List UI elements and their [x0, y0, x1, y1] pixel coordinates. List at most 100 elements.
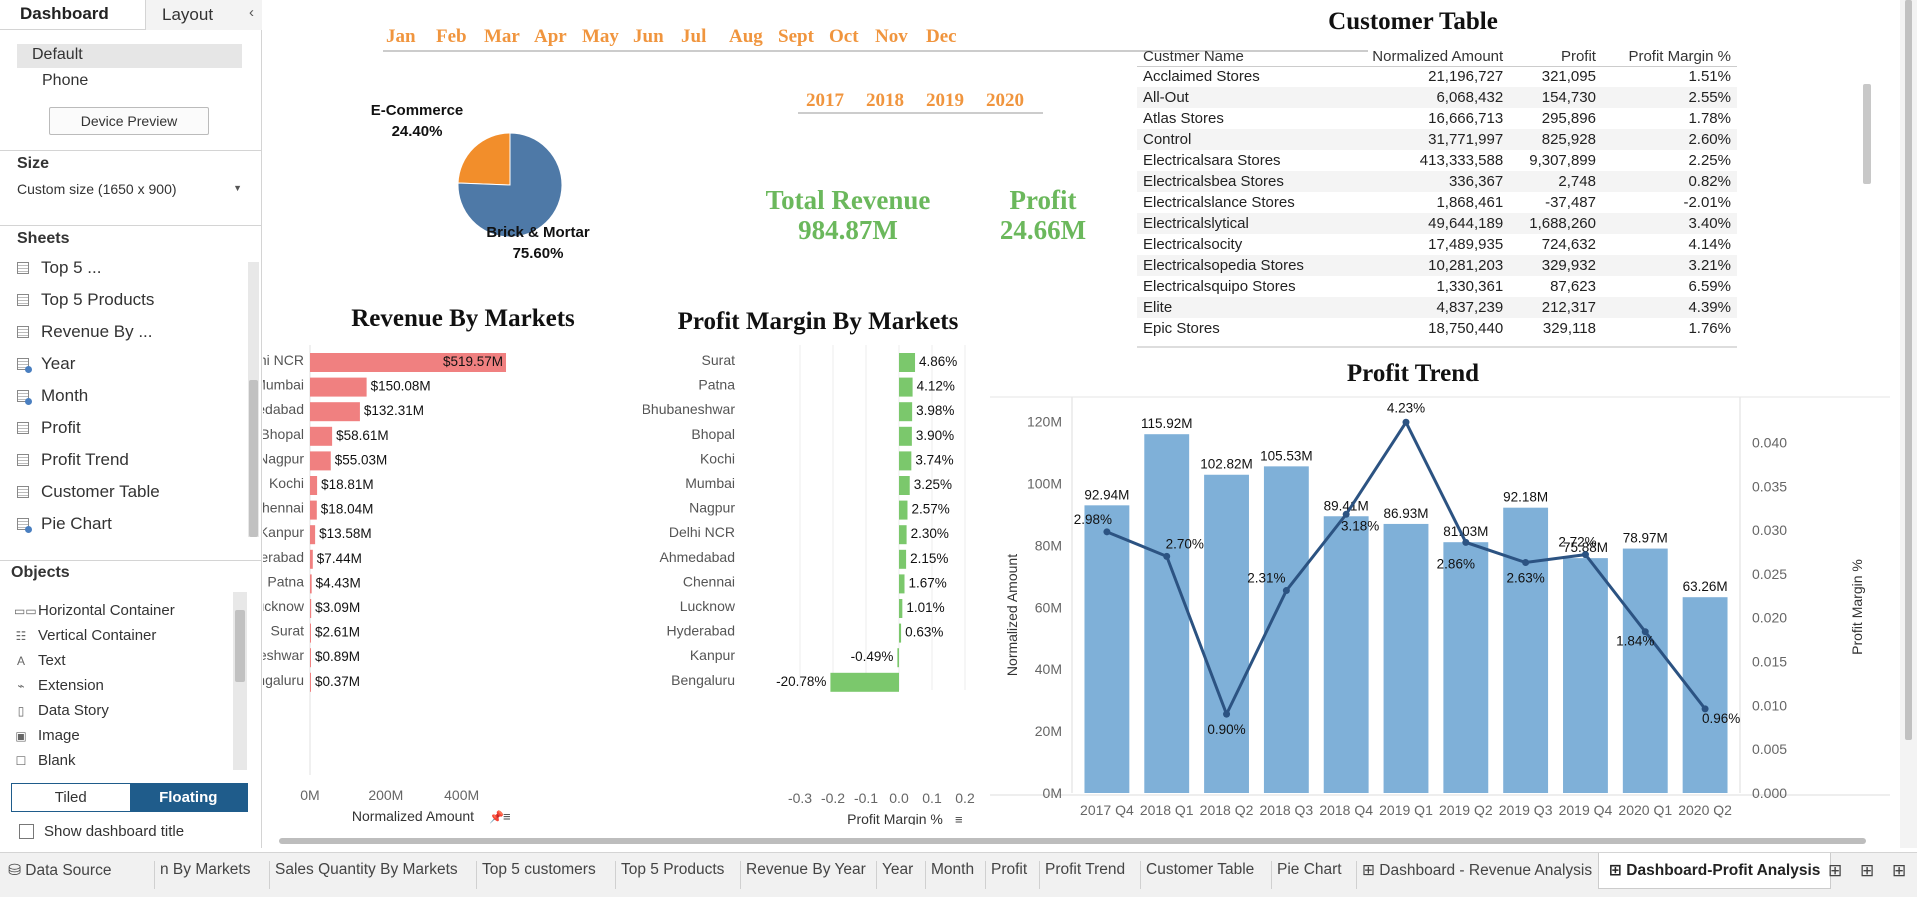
table-row[interactable]: Atlas Stores 16,666,713 295,896 1.78% — [1137, 108, 1737, 129]
month-filter-item[interactable]: Jun — [633, 26, 664, 48]
dashboard-vertical-scrollbar[interactable] — [1900, 0, 1917, 848]
bar-data-label: 105.53M — [1260, 448, 1313, 463]
month-filter-item[interactable]: Jul — [681, 26, 706, 48]
show-title-checkbox[interactable] — [19, 824, 34, 839]
device-preview-button[interactable]: Device Preview — [49, 107, 209, 135]
sheet-item[interactable]: Profit — [17, 412, 247, 444]
data-label: $7.44M — [317, 551, 362, 566]
table-column-header[interactable]: Normalized Amount — [1340, 46, 1510, 67]
sheet-tab[interactable]: Profit — [991, 861, 1027, 879]
table-column-header[interactable]: Profit — [1509, 46, 1602, 67]
category-label: Nagpur — [263, 450, 304, 466]
dashboard-vscroll-thumb[interactable] — [1905, 0, 1912, 740]
table-row[interactable]: All-Out 6,068,432 154,730 2.55% — [1137, 87, 1737, 108]
table-row[interactable]: Electricalsara Stores 413,333,588 9,307,89… — [1137, 150, 1737, 171]
object-item[interactable]: ☷ Vertical Container — [14, 623, 234, 648]
sheet-tab[interactable]: ⊞ Dashboard - Revenue Analysis — [1362, 861, 1592, 880]
sheets-scroll-thumb[interactable] — [249, 380, 258, 537]
object-item[interactable]: ☐ Blank — [14, 748, 234, 773]
x-tick-label: 2019 Q2 — [1439, 802, 1493, 818]
year-filter-item[interactable]: 2017 — [806, 90, 844, 112]
object-item[interactable]: ▯ Data Story — [14, 698, 234, 723]
pie-label-pct: 75.60% — [513, 245, 564, 262]
chevron-left-icon[interactable]: ‹ — [249, 4, 254, 21]
floating-button[interactable]: Floating — [129, 784, 247, 811]
sheet-item[interactable]: Month — [17, 380, 247, 412]
sheet-tab[interactable]: Customer Table — [1146, 861, 1254, 879]
month-filter-item[interactable]: Nov — [875, 26, 908, 48]
sheet-tab[interactable]: Sales Quantity By Markets — [275, 861, 458, 879]
month-filter-item[interactable]: Oct — [829, 26, 859, 48]
new-story-icon[interactable]: ⊞ — [1892, 861, 1906, 881]
month-filter-item[interactable]: May — [582, 26, 619, 48]
table-row[interactable]: Control 31,771,997 825,928 2.60% — [1137, 129, 1737, 150]
tab-dashboard[interactable]: Dashboard — [0, 0, 145, 30]
sheet-tab[interactable]: n By Markets — [160, 861, 250, 879]
table-column-header[interactable]: Profit Margin % — [1601, 46, 1737, 67]
objects-scrollbar[interactable] — [233, 592, 247, 770]
customer-table-hscroll[interactable] — [1137, 346, 1737, 348]
table-row[interactable]: Electricalsquipo Stores 1,330,361 87,623 6.… — [1137, 276, 1737, 297]
category-label: Bhubaneshwar — [263, 647, 304, 663]
object-item[interactable]: ⌁ Extension — [14, 673, 234, 698]
month-filter-item[interactable]: Jan — [386, 26, 416, 48]
objects-scroll-thumb[interactable] — [235, 610, 245, 682]
sheet-item[interactable]: Profit Trend — [17, 444, 247, 476]
sheets-scrollbar[interactable] — [248, 262, 259, 537]
object-item[interactable]: ▣ Image — [14, 723, 234, 748]
divider — [0, 225, 262, 226]
size-dropdown[interactable]: Custom size (1650 x 900) ▼ — [17, 181, 242, 197]
table-row[interactable]: Acclaimed Stores 21,196,727 321,095 1.51% — [1137, 66, 1737, 87]
tab-layout[interactable]: Layout ‹ — [145, 0, 262, 30]
sheet-tab[interactable]: Profit Trend — [1045, 861, 1125, 879]
show-title-option[interactable]: Show dashboard title — [19, 823, 184, 840]
sheet-item[interactable]: Top 5 Products — [17, 284, 247, 316]
sheet-tab[interactable]: Year — [882, 861, 913, 879]
month-filter-item[interactable]: Apr — [534, 26, 567, 48]
data-label: $58.61M — [336, 428, 389, 443]
y2-tick-label: 0.000 — [1752, 785, 1787, 801]
sheet-item[interactable]: Top 5 ... — [17, 252, 247, 284]
month-filter-item[interactable]: Sept — [778, 26, 814, 48]
sheet-tab[interactable]: Top 5 Products — [621, 861, 724, 879]
table-row[interactable]: Epic Stores 18,750,440 329,118 1.76% — [1137, 318, 1737, 339]
new-worksheet-icon[interactable]: ⊞ — [1828, 861, 1842, 881]
sheet-tab[interactable]: Top 5 customers — [482, 861, 596, 879]
sheet-item[interactable]: Customer Table — [17, 476, 247, 508]
sheet-item[interactable]: Year — [17, 348, 247, 380]
table-row[interactable]: Electricalslytical 49,644,189 1,688,260 3.4… — [1137, 213, 1737, 234]
sheet-tab[interactable]: Revenue By Year — [746, 861, 866, 879]
month-filter-item[interactable]: Aug — [729, 26, 763, 48]
x-tick-label: 2019 Q4 — [1559, 802, 1613, 818]
sheet-item[interactable]: Pie Chart — [17, 508, 247, 540]
profit-kpi-label: Profit — [1009, 185, 1077, 215]
table-row[interactable]: Electricalsocity 17,489,935 724,632 4.14% — [1137, 234, 1737, 255]
sheet-tab[interactable]: Month — [931, 861, 974, 879]
new-dashboard-icon[interactable]: ⊞ — [1860, 861, 1874, 881]
device-default[interactable]: Default — [17, 44, 242, 68]
bar — [1622, 548, 1668, 793]
customer-table-scrollbar[interactable] — [1863, 84, 1871, 184]
year-filter-item[interactable]: 2020 — [986, 90, 1024, 112]
device-phone[interactable]: Phone — [42, 72, 88, 90]
year-filter-item[interactable]: 2018 — [866, 90, 904, 112]
sheet-tab[interactable]: ⛁ Data Source — [8, 861, 111, 880]
year-filter-item[interactable]: 2019 — [926, 90, 964, 112]
table-row[interactable]: Electricalsbea Stores 336,367 2,748 0.82% — [1137, 171, 1737, 192]
table-row[interactable]: Electricalsopedia Stores 10,281,203 329,93… — [1137, 255, 1737, 276]
object-item[interactable]: A Text — [14, 648, 234, 673]
sheet-tab[interactable]: ⊞ Dashboard-Profit Analysis — [1598, 853, 1832, 889]
tiled-button[interactable]: Tiled — [12, 784, 130, 811]
month-filter-item[interactable]: Mar — [484, 26, 520, 48]
sheet-tab[interactable]: Pie Chart — [1277, 861, 1342, 879]
table-row[interactable]: Elite 4,837,239 212,317 4.39% — [1137, 297, 1737, 318]
sheet-item[interactable]: Revenue By ... — [17, 316, 247, 348]
dashboard-horizontal-scrollbar[interactable] — [279, 838, 1866, 844]
month-filter-item[interactable]: Dec — [926, 26, 957, 48]
table-row[interactable]: Electricalslance Stores 1,868,461 -37,487 -… — [1137, 192, 1737, 213]
month-filter-item[interactable]: Feb — [436, 26, 467, 48]
tab-separator — [269, 861, 270, 889]
object-item[interactable]: ▭▭ Horizontal Container — [14, 598, 234, 623]
table-column-header[interactable]: Custmer Name — [1137, 46, 1341, 67]
bar-data-label: 102.82M — [1200, 457, 1253, 472]
